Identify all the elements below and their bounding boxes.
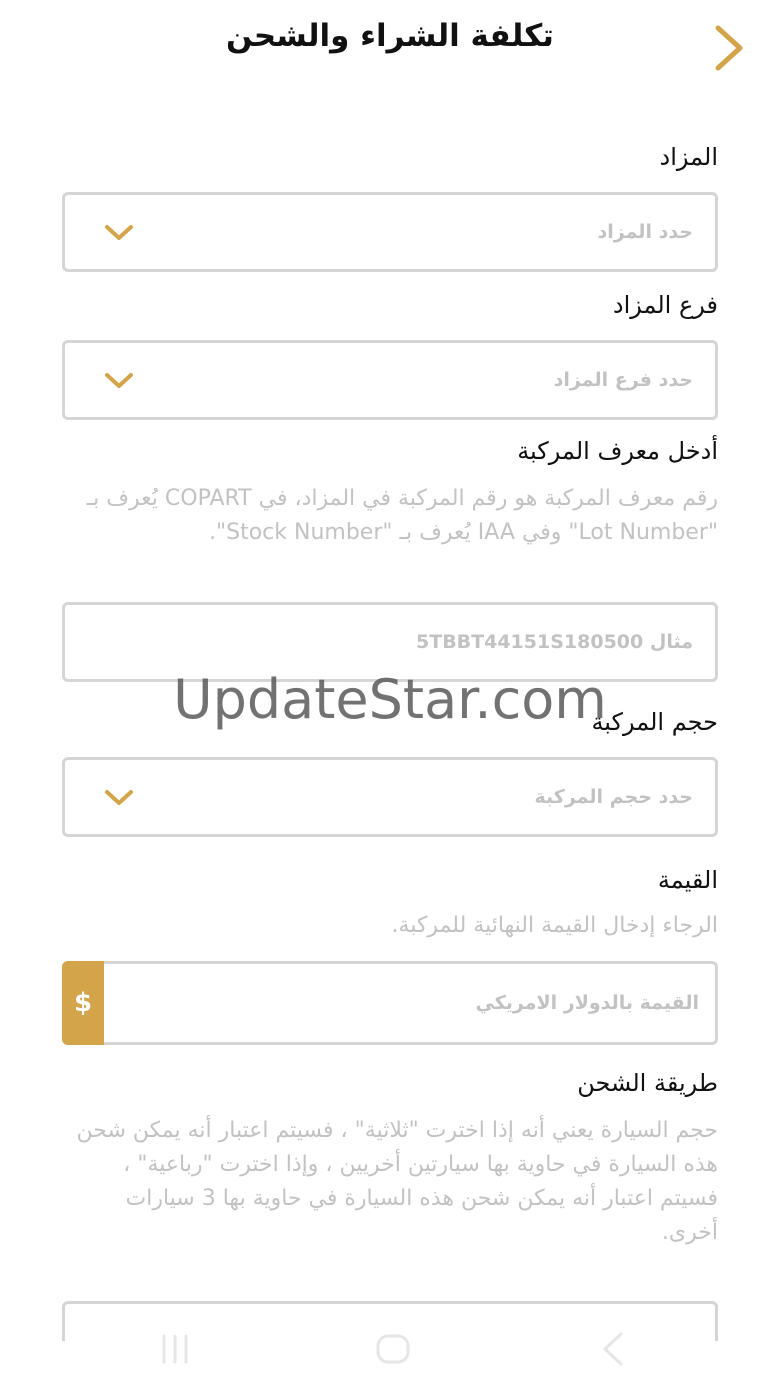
dollar-icon: $	[62, 961, 104, 1045]
screen: تكلفة الشراء والشحن المزاد حدد المزاد فر…	[0, 0, 780, 1387]
system-navbar	[0, 1305, 780, 1387]
branch-select[interactable]: حدد فرع المزاد	[62, 340, 718, 420]
value-placeholder: القيمة بالدولار الامريكي	[475, 992, 700, 1014]
shipping-label: طريقة الشحن	[577, 1069, 718, 1097]
value-help: الرجاء إدخال القيمة النهائية للمركبة.	[391, 913, 718, 938]
chevron-down-icon	[105, 790, 133, 805]
vehicle-id-help: رقم معرف المركبة هو رقم المركبة في المزا…	[86, 486, 718, 545]
vehicle-id-placeholder: مثال 5TBBT44151S180500	[416, 631, 693, 653]
recents-button[interactable]	[155, 1329, 195, 1369]
auction-placeholder: حدد المزاد	[597, 221, 693, 243]
vehicle-id-input[interactable]: مثال 5TBBT44151S180500	[62, 602, 718, 682]
home-icon	[376, 1334, 410, 1364]
vehicle-size-label: حجم المركبة	[591, 708, 718, 736]
back-button[interactable]	[705, 22, 753, 74]
back-icon	[603, 1332, 623, 1366]
chevron-right-icon	[715, 25, 743, 71]
vehicle-size-placeholder: حدد حجم المركبة	[534, 786, 693, 808]
recents-icon	[162, 1334, 188, 1364]
branch-placeholder: حدد فرع المزاد	[553, 369, 693, 391]
value-label: القيمة	[657, 866, 718, 894]
value-input[interactable]: $ القيمة بالدولار الامريكي	[62, 961, 718, 1045]
page-title: تكلفة الشراء والشحن	[226, 18, 554, 54]
header: تكلفة الشراء والشحن	[0, 0, 780, 90]
system-back-button[interactable]	[592, 1329, 632, 1369]
auction-select[interactable]: حدد المزاد	[62, 192, 718, 272]
auction-label: المزاد	[659, 143, 718, 171]
chevron-down-icon	[105, 373, 133, 388]
shipping-help: حجم السيارة يعني أنه إذا اخترت "ثلاثية" …	[76, 1118, 718, 1245]
vehicle-id-label: أدخل معرف المركبة	[517, 437, 718, 465]
branch-label: فرع المزاد	[612, 291, 718, 319]
vehicle-size-select[interactable]: حدد حجم المركبة	[62, 757, 718, 837]
chevron-down-icon	[105, 225, 133, 240]
home-button[interactable]	[373, 1329, 413, 1369]
